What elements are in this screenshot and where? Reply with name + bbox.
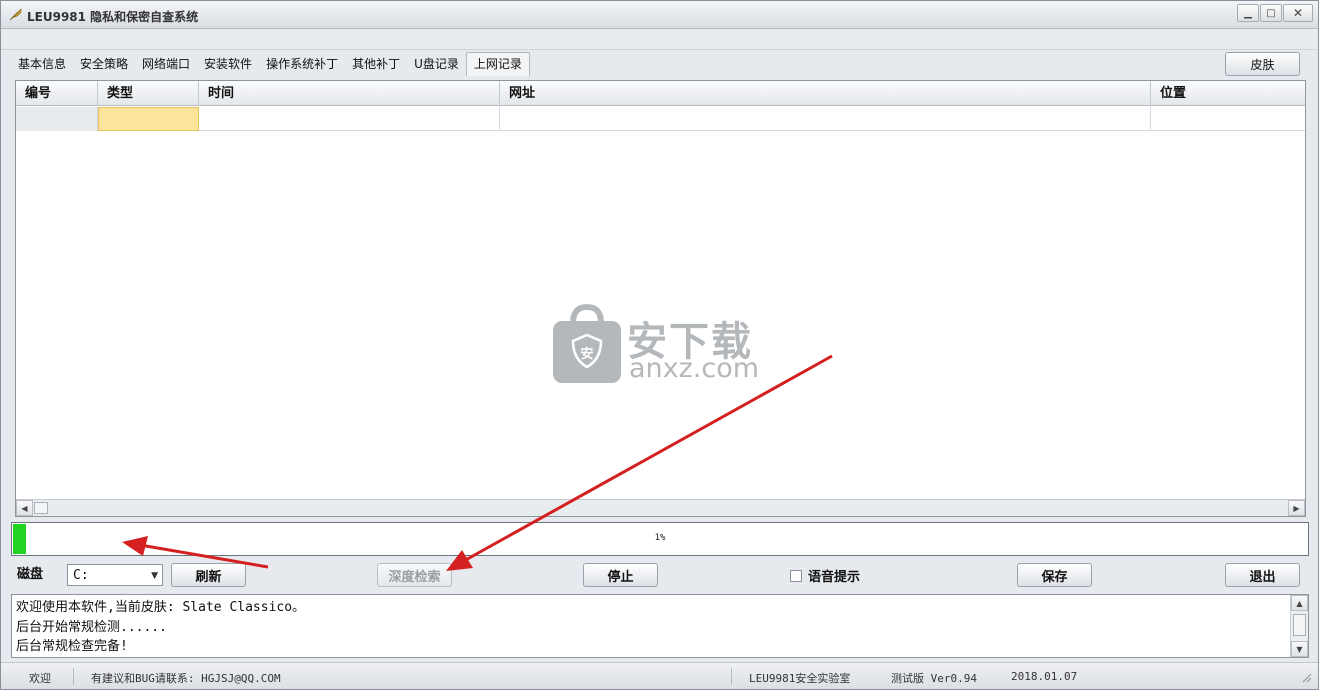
scroll-left-arrow-icon[interactable]: ◀ <box>16 500 33 516</box>
deep-search-button[interactable]: 深度检索 <box>377 563 452 587</box>
log-output[interactable]: 欢迎使用本软件,当前皮肤: Slate Classico。 后台开始常规检测..… <box>11 594 1309 658</box>
log-line: 欢迎使用本软件,当前皮肤: Slate Classico。 <box>16 600 306 615</box>
minimize-button[interactable]: ▁ <box>1237 4 1259 22</box>
tab-strip: 基本信息 安全策略 网络端口 安装软件 操作系统补丁 其他补丁 U盘记录 上网记… <box>11 52 530 76</box>
main-window: LEU9981 隐私和保密自查系统 ▁ □ ✕ 基本信息 安全策略 网络端口 安… <box>0 0 1319 690</box>
voice-prompt-checkbox[interactable] <box>790 569 802 582</box>
close-icon: ✕ <box>1292 6 1304 20</box>
horizontal-scrollbar[interactable]: ◀ ▶ <box>16 499 1305 516</box>
tab-security-policy[interactable]: 安全策略 <box>73 52 135 76</box>
menu-band <box>1 30 1318 50</box>
voice-prompt-toggle[interactable]: 语音提示 <box>790 566 860 585</box>
save-button[interactable]: 保存 <box>1017 563 1092 587</box>
chevron-down-icon[interactable]: ▼ <box>151 571 158 581</box>
resize-grip-icon[interactable] <box>1300 671 1312 683</box>
shopping-bag-icon: 安 <box>553 303 621 383</box>
status-lab: LEU9981安全实验室 <box>749 672 851 685</box>
table-cell-type[interactable] <box>98 107 199 131</box>
table-cell-location[interactable] <box>1151 107 1305 131</box>
tab-other-patches[interactable]: 其他补丁 <box>345 52 407 76</box>
disk-label: 磁盘 <box>17 567 44 582</box>
scrollbar-thumb[interactable] <box>34 502 48 514</box>
scroll-down-arrow-icon[interactable]: ▼ <box>1291 641 1308 657</box>
skin-button[interactable]: 皮肤 <box>1225 52 1300 76</box>
tab-usb-records[interactable]: U盘记录 <box>407 52 466 76</box>
table-row[interactable] <box>16 107 1305 131</box>
status-date: 2018.01.07 <box>1011 670 1078 683</box>
tab-network-ports[interactable]: 网络端口 <box>135 52 197 76</box>
app-feather-icon <box>9 8 22 21</box>
table-cell-id[interactable] <box>16 107 98 131</box>
tab-basic-info[interactable]: 基本信息 <box>11 52 73 76</box>
close-button[interactable]: ✕ <box>1283 4 1313 22</box>
table-cell-url[interactable] <box>500 107 1151 131</box>
vertical-scrollbar[interactable]: ▲ ▼ <box>1290 595 1308 657</box>
log-line: 后台常规检查完备! <box>16 639 128 654</box>
column-header-time[interactable]: 时间 <box>199 81 500 106</box>
status-contact: 有建议和BUG请联系: HGJSJ@QQ.COM <box>91 672 281 685</box>
status-divider <box>73 668 74 685</box>
tab-web-history[interactable]: 上网记录 <box>465 52 530 76</box>
status-bar: 欢迎 有建议和BUG请联系: HGJSJ@QQ.COM LEU9981安全实验室… <box>1 662 1318 689</box>
results-table[interactable]: 编号 类型 时间 网址 位置 ◀ ▶ <box>15 80 1306 517</box>
column-header-type[interactable]: 类型 <box>98 81 199 106</box>
minimize-icon: ▁ <box>1244 7 1252 19</box>
scrollbar-thumb[interactable] <box>1293 614 1306 636</box>
status-divider <box>731 668 732 685</box>
tab-os-patches[interactable]: 操作系统补丁 <box>259 52 345 76</box>
watermark-text-en: anxz.com <box>629 353 760 384</box>
window-title: LEU9981 隐私和保密自查系统 <box>27 10 199 24</box>
status-edition: 测试版 Ver0.94 <box>891 672 977 685</box>
log-line: 后台开始常规检测...... <box>16 619 167 635</box>
voice-prompt-label[interactable]: 语音提示 <box>808 566 860 585</box>
stop-button[interactable]: 停止 <box>583 563 658 587</box>
scroll-up-arrow-icon[interactable]: ▲ <box>1291 595 1308 611</box>
tab-installed-software[interactable]: 安装软件 <box>197 52 259 76</box>
title-bar[interactable]: LEU9981 隐私和保密自查系统 ▁ □ ✕ <box>1 1 1318 29</box>
progress-bar: 1% <box>11 522 1309 556</box>
watermark: 安 安下载 anxz.com <box>551 301 791 391</box>
disk-select[interactable]: C: ▼ <box>67 564 163 586</box>
exit-button[interactable]: 退出 <box>1225 563 1300 587</box>
disk-select-value: C: <box>73 568 89 583</box>
watermark-badge: 安 <box>580 346 593 362</box>
column-header-id[interactable]: 编号 <box>16 81 98 106</box>
column-header-url[interactable]: 网址 <box>500 81 1151 106</box>
maximize-button[interactable]: □ <box>1260 4 1282 22</box>
scroll-right-arrow-icon[interactable]: ▶ <box>1288 500 1305 516</box>
column-header-location[interactable]: 位置 <box>1151 81 1305 106</box>
progress-percent: 1% <box>654 533 666 543</box>
table-cell-time[interactable] <box>199 107 500 131</box>
maximize-icon: □ <box>1266 7 1276 19</box>
refresh-button[interactable]: 刷新 <box>171 563 246 587</box>
table-header: 编号 类型 时间 网址 位置 <box>16 81 1305 106</box>
status-welcome: 欢迎 <box>29 672 51 685</box>
